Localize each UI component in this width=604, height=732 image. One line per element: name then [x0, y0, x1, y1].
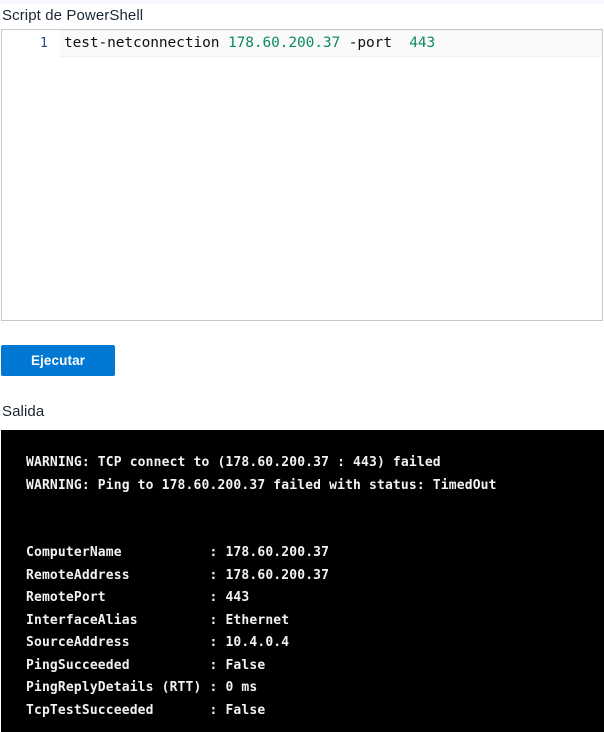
console-detail-row: PingReplyDetails (RTT) : 0 ms [1, 677, 604, 700]
run-script-button[interactable]: Ejecutar [1, 345, 115, 376]
console-detail-label: RemoteAddress [26, 567, 210, 583]
console-detail-label: InterfaceAlias [26, 612, 210, 628]
editor-code-text[interactable]: test-netconnection 178.60.200.37 -port 4… [60, 30, 602, 57]
code-token-port-value: 443 [409, 35, 436, 51]
console-detail-value: False [225, 657, 266, 673]
console-warning-line: WARNING: Ping to 178.60.200.37 failed wi… [26, 477, 497, 493]
powershell-script-runner-page: Script de PowerShell 1 test-netconnectio… [0, 0, 604, 732]
console-detail-row: RemoteAddress : 178.60.200.37 [1, 565, 604, 588]
editor-active-line[interactable]: 1 test-netconnection 178.60.200.37 -port… [2, 30, 602, 57]
console-detail-row: SourceAddress : 10.4.0.4 [1, 632, 604, 655]
console-detail-rows: ComputerName : 178.60.200.37 RemoteAddres… [1, 542, 604, 722]
console-blank-gap [1, 497, 604, 542]
console-detail-value: Ethernet [225, 612, 290, 628]
console-detail-value: 10.4.0.4 [225, 635, 290, 650]
console-detail-label: TcpTestSucceeded [26, 702, 210, 718]
console-detail-value: 0 ms [225, 680, 258, 695]
code-token-param-port: -port [348, 35, 392, 51]
console-detail-value: False [225, 702, 266, 718]
console-detail-row: PingSucceeded : False [1, 655, 604, 678]
console-warning-line: WARNING: TCP connect to (178.60.200.37 :… [26, 455, 441, 470]
output-section-heading: Salida [2, 403, 45, 420]
console-detail-separator: : [209, 567, 226, 583]
console-detail-label: SourceAddress [26, 635, 210, 650]
console-detail-row: InterfaceAlias : Ethernet [1, 610, 604, 633]
console-detail-separator: : [209, 635, 226, 650]
console-detail-separator: : [209, 545, 226, 560]
editor-empty-area[interactable] [2, 57, 602, 319]
powershell-code-editor[interactable]: 1 test-netconnection 178.60.200.37 -port… [1, 29, 603, 321]
top-viewport-strip [0, 0, 604, 4]
console-detail-separator: : [209, 657, 226, 673]
console-detail-label: RemotePort [26, 590, 210, 605]
output-console[interactable]: WARNING: TCP connect to (178.60.200.37 :… [1, 430, 604, 732]
console-detail-value: 443 [225, 590, 250, 605]
console-detail-row: ComputerName : 178.60.200.37 [1, 542, 604, 565]
console-detail-separator: : [209, 612, 226, 628]
editor-line-number: 1 [2, 30, 60, 57]
console-detail-label: ComputerName [26, 545, 210, 560]
script-section-heading: Script de PowerShell [2, 7, 144, 24]
console-detail-value: 178.60.200.37 [225, 545, 330, 560]
console-detail-value: 178.60.200.37 [225, 567, 330, 583]
code-token-space-2 [392, 35, 409, 51]
code-token-command: test-netconnection [64, 35, 228, 51]
console-detail-row: RemotePort : 443 [1, 587, 604, 610]
code-token-host: 178.60.200.37 [227, 35, 341, 51]
console-detail-separator: : [209, 590, 226, 605]
code-token-space-1 [340, 35, 349, 51]
console-detail-separator: : [209, 680, 226, 695]
console-detail-label: PingReplyDetails (RTT) [26, 680, 210, 695]
console-detail-row: TcpTestSucceeded : False [1, 700, 604, 723]
console-detail-label: PingSucceeded [26, 657, 210, 673]
console-detail-separator: : [209, 702, 226, 718]
